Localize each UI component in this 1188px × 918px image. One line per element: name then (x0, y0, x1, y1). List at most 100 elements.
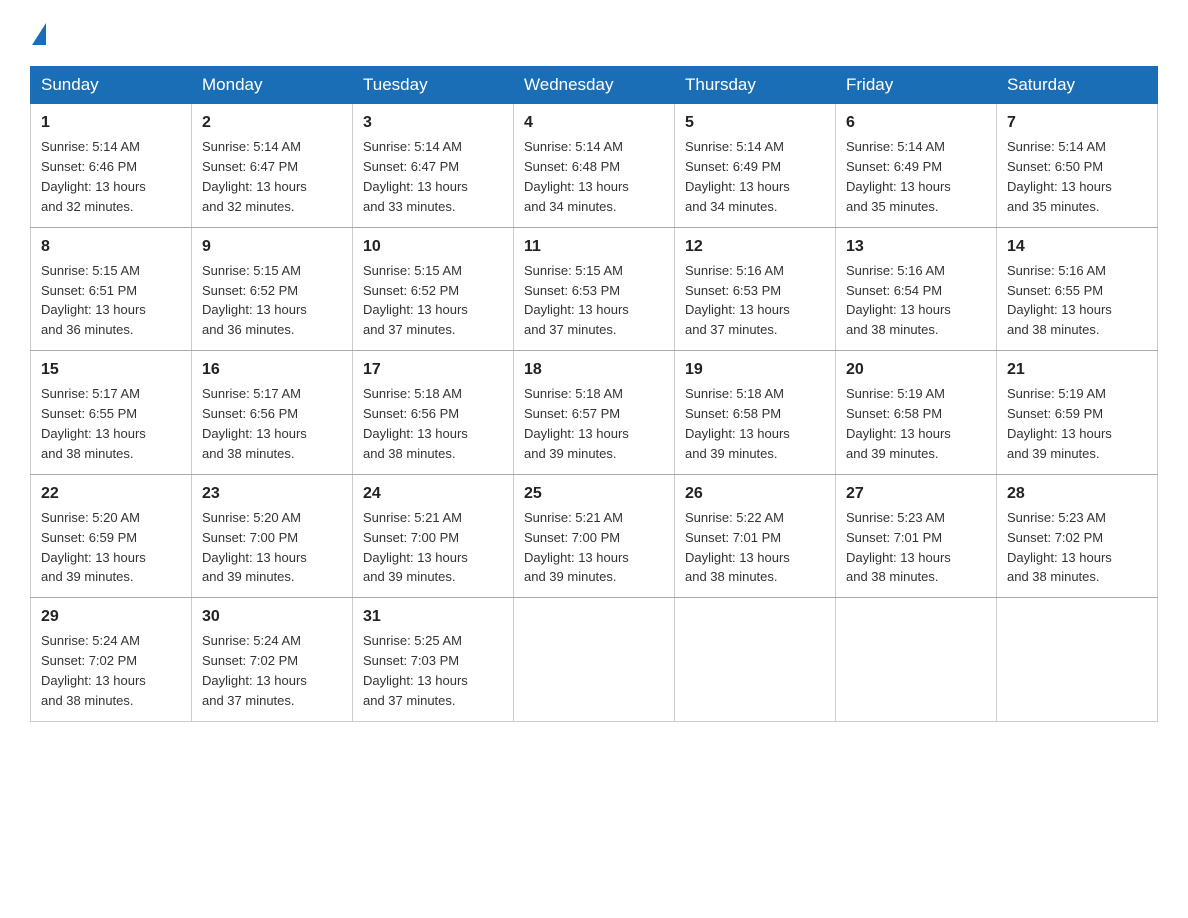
day-number: 17 (363, 358, 503, 381)
day-number: 4 (524, 111, 664, 134)
day-number: 24 (363, 482, 503, 505)
day-info: Sunrise: 5:14 AMSunset: 6:46 PMDaylight:… (41, 139, 146, 214)
day-info: Sunrise: 5:15 AMSunset: 6:53 PMDaylight:… (524, 263, 629, 338)
logo-area (30, 20, 48, 48)
header-thursday: Thursday (675, 67, 836, 104)
calendar-table: SundayMondayTuesdayWednesdayThursdayFrid… (30, 66, 1158, 722)
day-number: 14 (1007, 235, 1147, 258)
logo-triangle-icon (32, 23, 46, 45)
day-info: Sunrise: 5:15 AMSunset: 6:52 PMDaylight:… (202, 263, 307, 338)
day-info: Sunrise: 5:19 AMSunset: 6:58 PMDaylight:… (846, 386, 951, 461)
calendar-day-cell: 23 Sunrise: 5:20 AMSunset: 7:00 PMDayligh… (192, 474, 353, 598)
header-monday: Monday (192, 67, 353, 104)
calendar-day-cell: 15 Sunrise: 5:17 AMSunset: 6:55 PMDayligh… (31, 351, 192, 475)
calendar-week-row: 22Sunrise: 5:20 AMSunset: 6:59 PMDayligh… (31, 474, 1158, 598)
header-tuesday: Tuesday (353, 67, 514, 104)
calendar-day-cell: 22Sunrise: 5:20 AMSunset: 6:59 PMDayligh… (31, 474, 192, 598)
calendar-day-cell: 31 Sunrise: 5:25 AMSunset: 7:03 PMDayligh… (353, 598, 514, 722)
logo (30, 20, 48, 48)
day-number: 6 (846, 111, 986, 134)
day-info: Sunrise: 5:17 AMSunset: 6:56 PMDaylight:… (202, 386, 307, 461)
day-info: Sunrise: 5:21 AMSunset: 7:00 PMDaylight:… (363, 510, 468, 585)
day-info: Sunrise: 5:14 AMSunset: 6:48 PMDaylight:… (524, 139, 629, 214)
calendar-day-cell: 29 Sunrise: 5:24 AMSunset: 7:02 PMDayligh… (31, 598, 192, 722)
day-info: Sunrise: 5:14 AMSunset: 6:50 PMDaylight:… (1007, 139, 1112, 214)
calendar-day-cell: 12 Sunrise: 5:16 AMSunset: 6:53 PMDayligh… (675, 227, 836, 351)
calendar-day-cell: 26Sunrise: 5:22 AMSunset: 7:01 PMDayligh… (675, 474, 836, 598)
day-number: 19 (685, 358, 825, 381)
calendar-day-cell: 9 Sunrise: 5:15 AMSunset: 6:52 PMDaylight… (192, 227, 353, 351)
day-number: 5 (685, 111, 825, 134)
day-info: Sunrise: 5:14 AMSunset: 6:49 PMDaylight:… (685, 139, 790, 214)
day-number: 7 (1007, 111, 1147, 134)
calendar-day-cell: 2 Sunrise: 5:14 AMSunset: 6:47 PMDaylight… (192, 104, 353, 228)
day-info: Sunrise: 5:14 AMSunset: 6:47 PMDaylight:… (202, 139, 307, 214)
day-number: 15 (41, 358, 181, 381)
day-number: 13 (846, 235, 986, 258)
calendar-header-row: SundayMondayTuesdayWednesdayThursdayFrid… (31, 67, 1158, 104)
day-number: 8 (41, 235, 181, 258)
day-info: Sunrise: 5:20 AMSunset: 7:00 PMDaylight:… (202, 510, 307, 585)
day-number: 12 (685, 235, 825, 258)
day-info: Sunrise: 5:16 AMSunset: 6:55 PMDaylight:… (1007, 263, 1112, 338)
calendar-day-cell: 6 Sunrise: 5:14 AMSunset: 6:49 PMDaylight… (836, 104, 997, 228)
day-number: 2 (202, 111, 342, 134)
day-number: 31 (363, 605, 503, 628)
calendar-day-cell: 28Sunrise: 5:23 AMSunset: 7:02 PMDayligh… (997, 474, 1158, 598)
day-info: Sunrise: 5:18 AMSunset: 6:57 PMDaylight:… (524, 386, 629, 461)
day-info: Sunrise: 5:14 AMSunset: 6:49 PMDaylight:… (846, 139, 951, 214)
day-info: Sunrise: 5:16 AMSunset: 6:54 PMDaylight:… (846, 263, 951, 338)
day-number: 30 (202, 605, 342, 628)
calendar-day-cell: 7 Sunrise: 5:14 AMSunset: 6:50 PMDaylight… (997, 104, 1158, 228)
calendar-week-row: 29 Sunrise: 5:24 AMSunset: 7:02 PMDayligh… (31, 598, 1158, 722)
day-number: 21 (1007, 358, 1147, 381)
day-info: Sunrise: 5:23 AMSunset: 7:01 PMDaylight:… (846, 510, 951, 585)
day-number: 25 (524, 482, 664, 505)
day-info: Sunrise: 5:15 AMSunset: 6:52 PMDaylight:… (363, 263, 468, 338)
calendar-day-cell: 11 Sunrise: 5:15 AMSunset: 6:53 PMDayligh… (514, 227, 675, 351)
day-number: 3 (363, 111, 503, 134)
calendar-day-cell: 10Sunrise: 5:15 AMSunset: 6:52 PMDayligh… (353, 227, 514, 351)
day-number: 20 (846, 358, 986, 381)
calendar-day-cell: 8 Sunrise: 5:15 AMSunset: 6:51 PMDaylight… (31, 227, 192, 351)
calendar-day-cell (997, 598, 1158, 722)
calendar-day-cell: 25 Sunrise: 5:21 AMSunset: 7:00 PMDayligh… (514, 474, 675, 598)
day-info: Sunrise: 5:18 AMSunset: 6:58 PMDaylight:… (685, 386, 790, 461)
day-info: Sunrise: 5:15 AMSunset: 6:51 PMDaylight:… (41, 263, 146, 338)
header-wednesday: Wednesday (514, 67, 675, 104)
day-info: Sunrise: 5:17 AMSunset: 6:55 PMDaylight:… (41, 386, 146, 461)
calendar-week-row: 15 Sunrise: 5:17 AMSunset: 6:55 PMDayligh… (31, 351, 1158, 475)
calendar-day-cell: 20 Sunrise: 5:19 AMSunset: 6:58 PMDayligh… (836, 351, 997, 475)
calendar-day-cell (836, 598, 997, 722)
day-info: Sunrise: 5:19 AMSunset: 6:59 PMDaylight:… (1007, 386, 1112, 461)
calendar-day-cell: 3 Sunrise: 5:14 AMSunset: 6:47 PMDaylight… (353, 104, 514, 228)
calendar-day-cell: 21 Sunrise: 5:19 AMSunset: 6:59 PMDayligh… (997, 351, 1158, 475)
day-number: 11 (524, 235, 664, 258)
header-sunday: Sunday (31, 67, 192, 104)
calendar-day-cell: 1 Sunrise: 5:14 AMSunset: 6:46 PMDaylight… (31, 104, 192, 228)
day-number: 22 (41, 482, 181, 505)
day-number: 16 (202, 358, 342, 381)
day-info: Sunrise: 5:24 AMSunset: 7:02 PMDaylight:… (41, 633, 146, 708)
calendar-day-cell: 19 Sunrise: 5:18 AMSunset: 6:58 PMDayligh… (675, 351, 836, 475)
day-number: 9 (202, 235, 342, 258)
calendar-day-cell: 17Sunrise: 5:18 AMSunset: 6:56 PMDayligh… (353, 351, 514, 475)
header-friday: Friday (836, 67, 997, 104)
day-info: Sunrise: 5:23 AMSunset: 7:02 PMDaylight:… (1007, 510, 1112, 585)
day-number: 1 (41, 111, 181, 134)
calendar-day-cell: 30Sunrise: 5:24 AMSunset: 7:02 PMDayligh… (192, 598, 353, 722)
calendar-day-cell (514, 598, 675, 722)
day-info: Sunrise: 5:21 AMSunset: 7:00 PMDaylight:… (524, 510, 629, 585)
calendar-day-cell: 24 Sunrise: 5:21 AMSunset: 7:00 PMDayligh… (353, 474, 514, 598)
day-info: Sunrise: 5:16 AMSunset: 6:53 PMDaylight:… (685, 263, 790, 338)
calendar-day-cell: 16 Sunrise: 5:17 AMSunset: 6:56 PMDayligh… (192, 351, 353, 475)
calendar-day-cell: 4 Sunrise: 5:14 AMSunset: 6:48 PMDaylight… (514, 104, 675, 228)
day-info: Sunrise: 5:25 AMSunset: 7:03 PMDaylight:… (363, 633, 468, 708)
day-number: 18 (524, 358, 664, 381)
calendar-day-cell: 18 Sunrise: 5:18 AMSunset: 6:57 PMDayligh… (514, 351, 675, 475)
day-number: 23 (202, 482, 342, 505)
header-saturday: Saturday (997, 67, 1158, 104)
day-number: 29 (41, 605, 181, 628)
page-header (30, 20, 1158, 48)
day-info: Sunrise: 5:14 AMSunset: 6:47 PMDaylight:… (363, 139, 468, 214)
